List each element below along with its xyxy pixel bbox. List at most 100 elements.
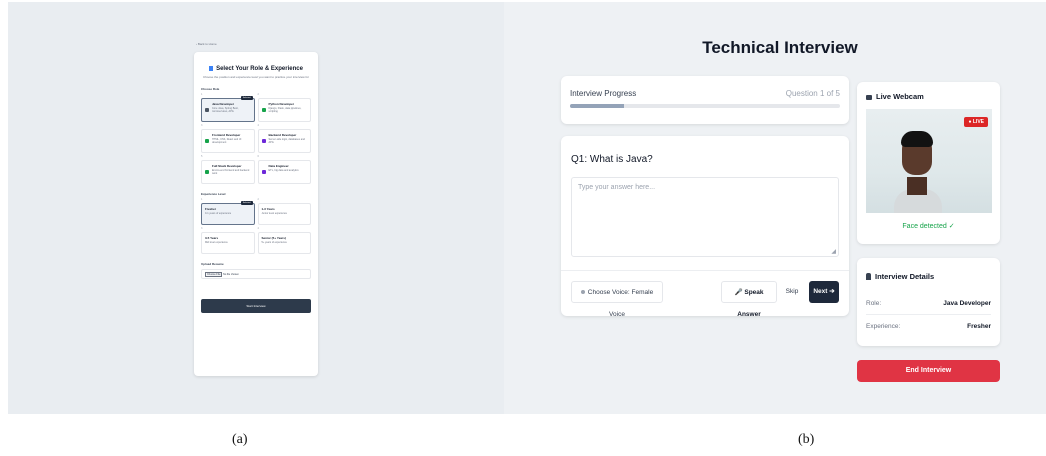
end-interview-button[interactable]: End Interview (857, 360, 1000, 382)
role-option[interactable]: Frontend Developer HTML, CSS, React and U… (201, 129, 255, 153)
progress-label: Interview Progress (570, 89, 637, 98)
role-description: HTML, CSS, React and UI development (212, 138, 242, 144)
role-option[interactable]: Java Developer Core Java, Spring Boot, mi… (201, 96, 255, 122)
choose-voice-button[interactable]: Choose Voice: Female Voice (571, 281, 663, 318)
role-selection-panel: ‹ Back to Home Select Your Role & Experi… (8, 2, 504, 414)
role-title: Java Developer (212, 102, 235, 106)
role-value: Java Developer (943, 300, 991, 307)
answer-textarea[interactable]: Type your answer here... ◢ (571, 177, 839, 257)
role-title: Backend Developer (268, 133, 297, 137)
experience-cell: 4 Senior (5+ Years) 5+ years of experience (257, 227, 311, 254)
caption-a: (a) (232, 432, 248, 447)
role-grid: 1 Java Developer Core Java, Spring Boot, m… (201, 93, 311, 184)
interview-details-card: Interview Details Role: Java Developer E… (857, 258, 1000, 346)
role-option[interactable]: Full Stack Developer End-to-end frontend … (201, 160, 255, 184)
role-key: Role: (866, 300, 882, 307)
role-selection-subtitle: Choose the position and experience level… (202, 75, 310, 79)
next-button[interactable]: Next ➔ (809, 281, 839, 303)
role-option[interactable]: Data Engineer ETL, big data and analytics (257, 160, 311, 184)
role-icon (205, 139, 209, 143)
role-index: 6 (257, 155, 259, 158)
face-detection-status: Face detected ✓ (902, 223, 955, 230)
experience-section-label: Experience Level (201, 192, 226, 196)
details-title: Interview Details (866, 272, 991, 281)
progress-count: Question 1 of 5 (785, 89, 840, 98)
person-icon (866, 273, 871, 280)
webcam-title: Live Webcam (866, 92, 991, 101)
voice-icon (580, 290, 585, 294)
role-description: End-to-end frontend and backend work (212, 169, 250, 175)
caption-b: (b) (798, 432, 815, 447)
role-icon (205, 170, 209, 174)
role-cell: 2 Python Developer Django, Flask, data pip… (257, 93, 311, 122)
details-title-text: Interview Details (875, 272, 935, 281)
webcam-person-neck (907, 177, 927, 195)
answer-placeholder: Type your answer here... (578, 184, 656, 191)
role-icon (205, 108, 209, 112)
selected-badge: Selected (240, 201, 253, 205)
experience-index: 1 (201, 198, 203, 201)
role-title: Python Developer (268, 102, 295, 106)
webcam-feed: ● LIVE (866, 109, 992, 213)
upload-status: No file chosen (223, 273, 239, 276)
progress-bar-fill (570, 104, 624, 108)
experience-cell: 2 1-3 Years Junior level experience (257, 198, 311, 225)
role-selection-title: Select Your Role & Experience (201, 66, 311, 72)
role-description: ETL, big data and analytics (268, 169, 299, 172)
role-detail-row: Role: Java Developer (866, 300, 991, 307)
role-index: 4 (257, 124, 259, 127)
experience-description: 0-1 years of experience (205, 212, 232, 215)
role-title: Full Stack Developer (212, 164, 242, 168)
role-description: Server-side logic, databases and APIs (268, 138, 305, 144)
page-title: Technical Interview (702, 38, 858, 57)
resume-upload-field[interactable]: Choose File No file chosen (201, 269, 311, 279)
experience-title: 1-3 Years (261, 207, 275, 211)
camera-icon (866, 94, 872, 100)
experience-option[interactable]: 3-5 Years Mid level experience (201, 232, 255, 254)
experience-index: 4 (257, 227, 259, 230)
back-link[interactable]: ‹ Back to Home (196, 42, 217, 46)
divider (561, 270, 849, 271)
skip-button[interactable]: Skip (783, 281, 801, 303)
clipboard-icon (209, 66, 214, 71)
experience-option[interactable]: 1-3 Years Junior level experience (257, 203, 311, 225)
experience-detail-row: Experience: Fresher (866, 323, 991, 330)
role-cell: 5 Full Stack Developer End-to-end frontend… (201, 155, 255, 184)
choose-file-button[interactable]: Choose File (205, 272, 223, 277)
experience-index: 3 (201, 227, 203, 230)
role-title: Data Engineer (268, 164, 289, 168)
role-cell: 3 Frontend Developer HTML, CSS, React and … (201, 124, 255, 153)
role-index: 2 (257, 93, 259, 96)
experience-description: 5+ years of experience (261, 241, 287, 244)
webcam-person-hair (901, 131, 933, 147)
experience-value: Fresher (967, 323, 991, 330)
role-cell: 1 Java Developer Core Java, Spring Boot, m… (201, 93, 255, 122)
live-badge: ● LIVE (964, 117, 988, 127)
question-text: Q1: What is Java? (571, 154, 653, 165)
upload-section-label: Upload Resume (201, 262, 224, 266)
role-option[interactable]: Backend Developer Server-side logic, data… (257, 129, 311, 153)
start-interview-button[interactable]: Start Interview (201, 299, 311, 313)
experience-title: Senior (5+ Years) (261, 236, 286, 240)
experience-description: Mid level experience (205, 241, 228, 244)
role-icon (261, 139, 266, 143)
experience-option[interactable]: Fresher 0-1 years of experience Selected (201, 201, 255, 225)
speak-answer-button[interactable]: 🎤 Speak Answer (721, 281, 777, 318)
webcam-title-text: Live Webcam (876, 92, 924, 101)
interview-panel: Technical Interview Interview Progress Q… (504, 2, 1046, 414)
resize-handle-icon[interactable]: ◢ (831, 248, 836, 255)
role-option[interactable]: Python Developer Django, Flask, data pipe… (257, 98, 311, 122)
experience-grid: 1 Fresher 0-1 years of experience Selected 2… (201, 198, 311, 254)
experience-cell: 3 3-5 Years Mid level experience (201, 227, 255, 254)
choose-voice-label: Choose Voice: Female Voice (587, 289, 654, 318)
experience-title: Fresher (205, 207, 217, 211)
role-cell: 6 Data Engineer ETL, big data and analytic… (257, 155, 311, 184)
role-selection-title-text: Select Your Role & Experience (216, 66, 303, 72)
role-icon (261, 170, 266, 174)
experience-option[interactable]: Senior (5+ Years) 5+ years of experience (257, 232, 311, 254)
question-actions: Choose Voice: Female Voice 🎤 Speak Answe… (571, 281, 839, 318)
experience-title: 3-5 Years (205, 236, 219, 240)
experience-key: Experience: (866, 323, 901, 330)
experience-index: 2 (257, 198, 259, 201)
progress-bar (570, 104, 840, 108)
